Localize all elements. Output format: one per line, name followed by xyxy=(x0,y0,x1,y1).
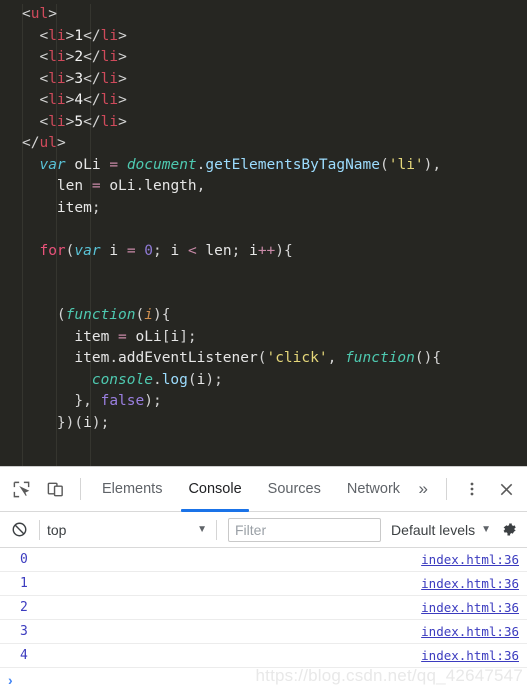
tab-console[interactable]: Console xyxy=(175,467,254,512)
code-line: </ul> xyxy=(22,135,66,151)
device-toolbar-icon[interactable] xyxy=(38,472,72,506)
code-line: <li>3</li> xyxy=(39,70,127,87)
console-row[interactable]: 4 index.html:36 xyxy=(0,644,527,668)
chevron-down-icon: ▼ xyxy=(197,524,207,535)
code-editor[interactable]: <ul> <li>1</li> <li>2</li> <li>3</li> <l… xyxy=(0,0,527,466)
code-line: item.addEventListener('click', function(… xyxy=(74,350,442,366)
console-source-link[interactable]: index.html:36 xyxy=(421,624,519,639)
console-levels-selector[interactable]: Default levels ▼ xyxy=(385,522,493,538)
console-row[interactable]: 0 index.html:36 xyxy=(0,548,527,572)
console-source-link[interactable]: index.html:36 xyxy=(421,600,519,615)
console-row[interactable]: 3 index.html:36 xyxy=(0,620,527,644)
console-levels-label: Default levels xyxy=(391,521,476,538)
code-editor-content[interactable]: <ul> <li>1</li> <li>2</li> <li>3</li> <l… xyxy=(0,4,527,466)
code-line: (function(i){ xyxy=(56,307,171,323)
tab-label: Elements xyxy=(102,481,163,497)
kebab-menu-icon[interactable] xyxy=(455,472,489,506)
console-source-link[interactable]: index.html:36 xyxy=(421,552,519,567)
inspect-element-icon[interactable] xyxy=(4,472,38,506)
console-source-link[interactable]: index.html:36 xyxy=(421,648,519,663)
code-line: for(var i = 0; i < len; i++){ xyxy=(39,242,293,259)
code-line: <li>5</li> xyxy=(39,113,127,130)
console-prompt[interactable]: › xyxy=(0,668,527,687)
code-line: <li>1</li> xyxy=(39,27,127,44)
console-row-list: 0 index.html:36 1 index.html:36 2 index.html:… xyxy=(0,548,527,668)
console-context-value: top xyxy=(47,521,67,538)
console-filter-input[interactable]: Filter xyxy=(228,517,382,542)
console-filter-placeholder: Filter xyxy=(235,521,267,538)
code-line: }, false); xyxy=(74,393,162,409)
chevron-down-icon: ▼ xyxy=(481,524,491,535)
code-line: console.log(i); xyxy=(91,371,223,388)
tab-label: Network xyxy=(346,481,401,497)
console-filter-bar: top ▼ Filter Default levels ▼ xyxy=(0,512,527,548)
code-line: item = oLi[i]; xyxy=(74,328,197,345)
console-message: 2 xyxy=(20,600,28,615)
console-prompt-chevron-icon: › xyxy=(8,672,13,687)
code-line: len = oLi.length, xyxy=(56,178,206,194)
filterbar-divider xyxy=(216,519,217,540)
code-line: <ul> xyxy=(22,6,57,22)
code-line-list: <ul> <li>1</li> <li>2</li> <li>3</li> <l… xyxy=(22,4,527,466)
gear-icon[interactable] xyxy=(497,518,521,542)
console-row[interactable]: 1 index.html:36 xyxy=(0,572,527,596)
devtools-tabbar: Elements Console Sources Network » xyxy=(0,467,527,512)
code-line: <li>2</li> xyxy=(39,49,127,65)
console-row[interactable]: 2 index.html:36 xyxy=(0,596,527,620)
tab-elements[interactable]: Elements xyxy=(89,467,175,512)
code-line: <li>4</li> xyxy=(39,92,127,108)
console-source-link[interactable]: index.html:36 xyxy=(421,576,519,591)
tab-label: Console xyxy=(188,481,242,497)
console-message: 4 xyxy=(20,648,28,663)
console-message: 0 xyxy=(20,552,28,567)
code-line: item; xyxy=(56,199,101,216)
console-message: 1 xyxy=(20,576,28,591)
toolbar-divider xyxy=(80,478,81,500)
screenshot-root: <ul> <li>1</li> <li>2</li> <li>3</li> <l… xyxy=(0,0,527,687)
tab-label: Sources xyxy=(267,481,321,497)
tab-network[interactable]: Network xyxy=(334,467,413,512)
console-message: 3 xyxy=(20,624,28,639)
tab-sources[interactable]: Sources xyxy=(255,467,334,512)
devtools-panel: Elements Console Sources Network » top ▼… xyxy=(0,466,527,687)
clear-console-icon[interactable] xyxy=(6,517,32,543)
filterbar-divider xyxy=(39,519,40,540)
close-icon[interactable] xyxy=(489,472,523,506)
code-line: var oLi = document.getElementsByTagName(… xyxy=(39,156,442,173)
code-line: })(i); xyxy=(56,414,110,431)
console-output[interactable]: 0 index.html:36 1 index.html:36 2 index.html:… xyxy=(0,548,527,687)
console-context-selector[interactable]: top ▼ xyxy=(47,522,209,538)
devtools-tab-list: Elements Console Sources Network xyxy=(89,467,409,512)
toolbar-divider xyxy=(446,478,447,500)
